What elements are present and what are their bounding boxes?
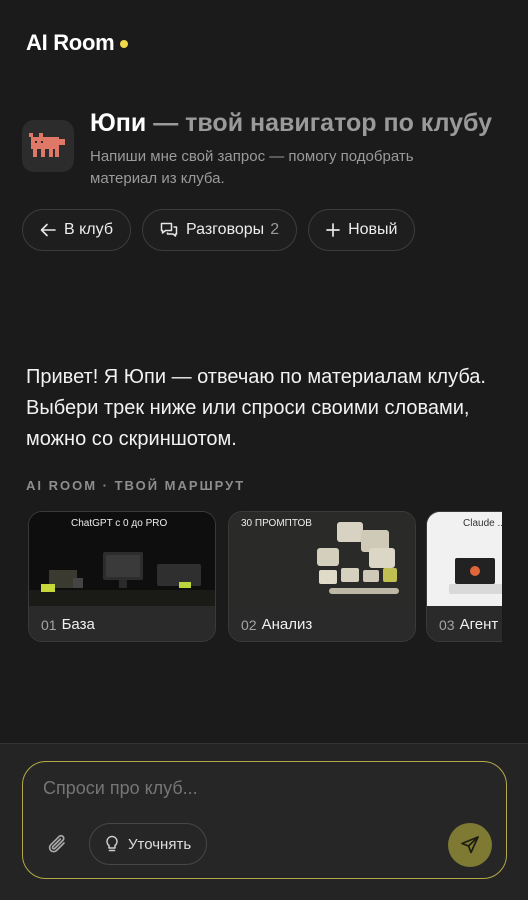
paperclip-icon [48,834,65,853]
track-title: Агент [459,616,499,633]
attach-button[interactable] [47,832,69,861]
assistant-greeting-message: Привет! Я Юпи — отвечаю по материалам кл… [26,366,486,450]
send-icon [461,836,479,854]
track-number: 03 [439,616,455,633]
assistant-intro: Юпи — твой навигатор по клубу Напиши мне… [22,108,512,190]
assistant-name: Юпи [90,109,147,137]
new-label: Новый [348,221,398,238]
route-section-label: AI ROOM · ТВОЙ МАРШРУТ [26,478,246,493]
track-card-analysis[interactable]: 30 ПРОМПТОВ 02 Анализ [228,511,416,642]
track-thumbnail: 30 ПРОМПТОВ [229,512,415,606]
conversations-button[interactable]: Разговоры 2 [141,209,298,251]
back-to-club-button[interactable]: В клуб [22,209,131,251]
send-button[interactable] [448,823,492,867]
arrow-left-icon [40,223,56,237]
message-input[interactable] [43,778,463,799]
back-label: В клуб [64,221,113,238]
track-thumbnail: ChatGPT с 0 до PRO [29,512,215,606]
track-carousel[interactable]: ChatGPT с 0 до PRO 01 База 30 ПРОМПТОВ 0… [28,511,502,643]
message-composer: Уточнять [22,761,507,879]
track-number: 02 [241,616,257,633]
assistant-subtitle: Напиши мне свой запрос — помогу подобрат… [90,148,414,187]
chat-bubbles-icon [160,222,178,237]
track-number: 01 [41,616,57,633]
refine-label: Уточнять [128,835,192,853]
pixel-pig-icon [29,133,65,157]
track-card-footer: 03 Агент [427,606,502,641]
track-thumbnail-caption: 30 ПРОМПТОВ [241,518,312,529]
track-thumbnail-caption: ChatGPT с 0 до PRO [71,518,168,529]
track-title: База [61,616,95,633]
assistant-title: Юпи — твой навигатор по клубу [90,108,492,138]
track-card-footer: 02 Анализ [229,606,415,641]
track-card-agents[interactable]: Claude ... что 03 Агент [426,511,502,642]
track-title: Анализ [261,616,313,633]
conversations-label: Разговоры [185,221,265,238]
brand-logo[interactable]: AI Room [26,30,115,56]
track-thumbnail-caption: Claude ... что [463,518,502,529]
app-header: AI Room [26,30,129,56]
lightbulb-icon [106,835,118,852]
track-card-basics[interactable]: ChatGPT с 0 до PRO 01 База [28,511,216,642]
assistant-tagline: — твой навигатор по клубу [146,109,493,137]
track-thumbnail: Claude ... что [427,512,502,606]
track-card-footer: 01 База [29,606,215,641]
refine-toggle-button[interactable]: Уточнять [89,823,208,865]
nav-pills: В клуб Разговоры 2 Новый [22,209,416,251]
conversations-count: 2 [270,221,280,238]
plus-icon [326,223,340,237]
brand-dot-icon [120,40,129,48]
new-conversation-button[interactable]: Новый [308,209,416,251]
avatar [22,120,74,172]
